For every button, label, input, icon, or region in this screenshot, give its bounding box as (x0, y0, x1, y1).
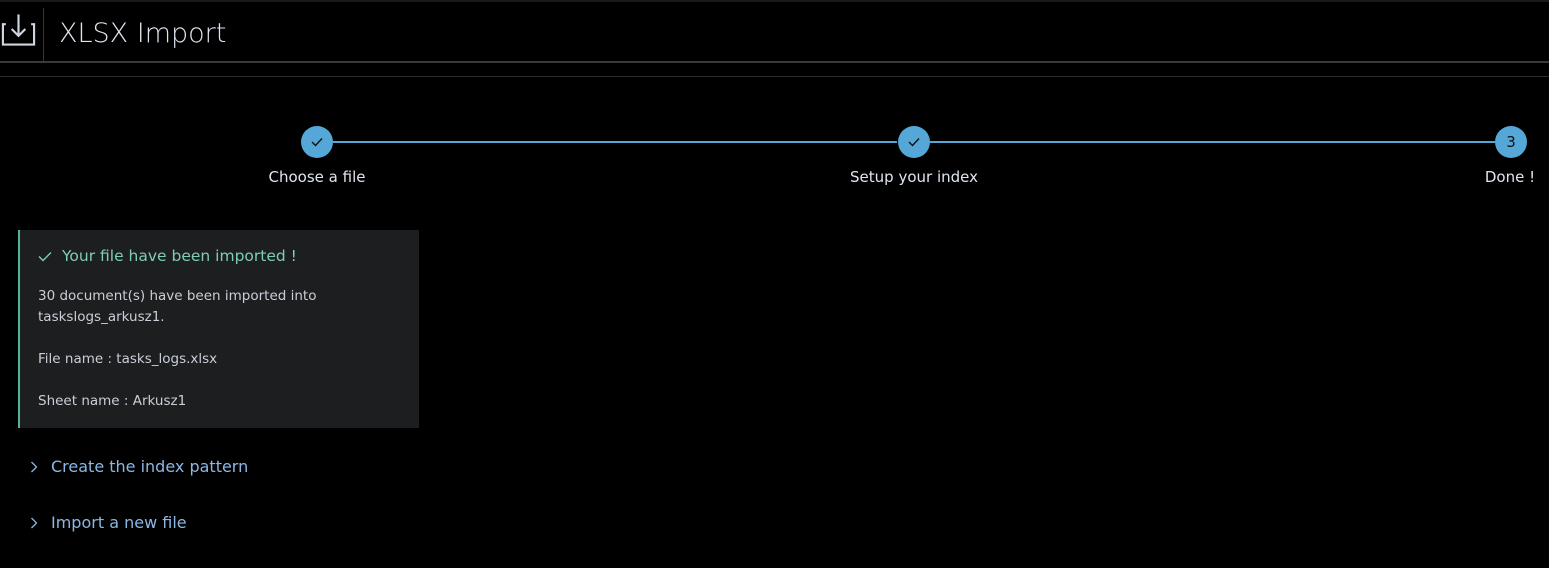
chevron-right-icon (30, 461, 38, 473)
index-name-line: taskslogs_arkusz1. (38, 309, 165, 325)
page-title: XLSX Import (59, 18, 227, 49)
download-icon (0, 8, 44, 62)
header-divider (0, 61, 1549, 63)
page-header: XLSX Import (0, 0, 1549, 62)
check-icon (311, 133, 323, 151)
import-new-file-link[interactable]: Import a new file (30, 513, 187, 532)
create-index-pattern-link[interactable]: Create the index pattern (30, 457, 248, 476)
callout-title: Your file have been imported ! (38, 247, 297, 265)
header-divider-secondary (0, 76, 1549, 77)
step-connector (930, 141, 1495, 143)
step-3-number: 3 (1506, 133, 1516, 151)
step-3-label: Done ! (1484, 168, 1536, 186)
file-name-text: File name : tasks_logs.xlsx (38, 351, 218, 367)
step-3-marker: 3 (1495, 126, 1527, 158)
step-2-label[interactable]: Setup your index (850, 168, 978, 186)
import-count-text: 30 document(s) have been imported into t… (38, 286, 316, 328)
callout-title-text: Your file have been imported ! (62, 247, 297, 265)
create-index-pattern-label[interactable]: Create the index pattern (51, 457, 248, 476)
step-1-label[interactable]: Choose a file (269, 168, 366, 186)
import-success-callout: Your file have been imported ! 30 docume… (18, 230, 419, 428)
import-new-file-label[interactable]: Import a new file (51, 513, 187, 532)
import-count-line: 30 document(s) have been imported into (38, 288, 317, 304)
step-1-marker[interactable] (301, 126, 333, 158)
step-connector (333, 141, 897, 143)
chevron-right-icon (30, 517, 38, 529)
sheet-name-text: Sheet name : Arkusz1 (38, 393, 187, 409)
step-2-marker[interactable] (898, 126, 930, 158)
check-icon (38, 251, 52, 262)
check-icon (908, 133, 920, 151)
